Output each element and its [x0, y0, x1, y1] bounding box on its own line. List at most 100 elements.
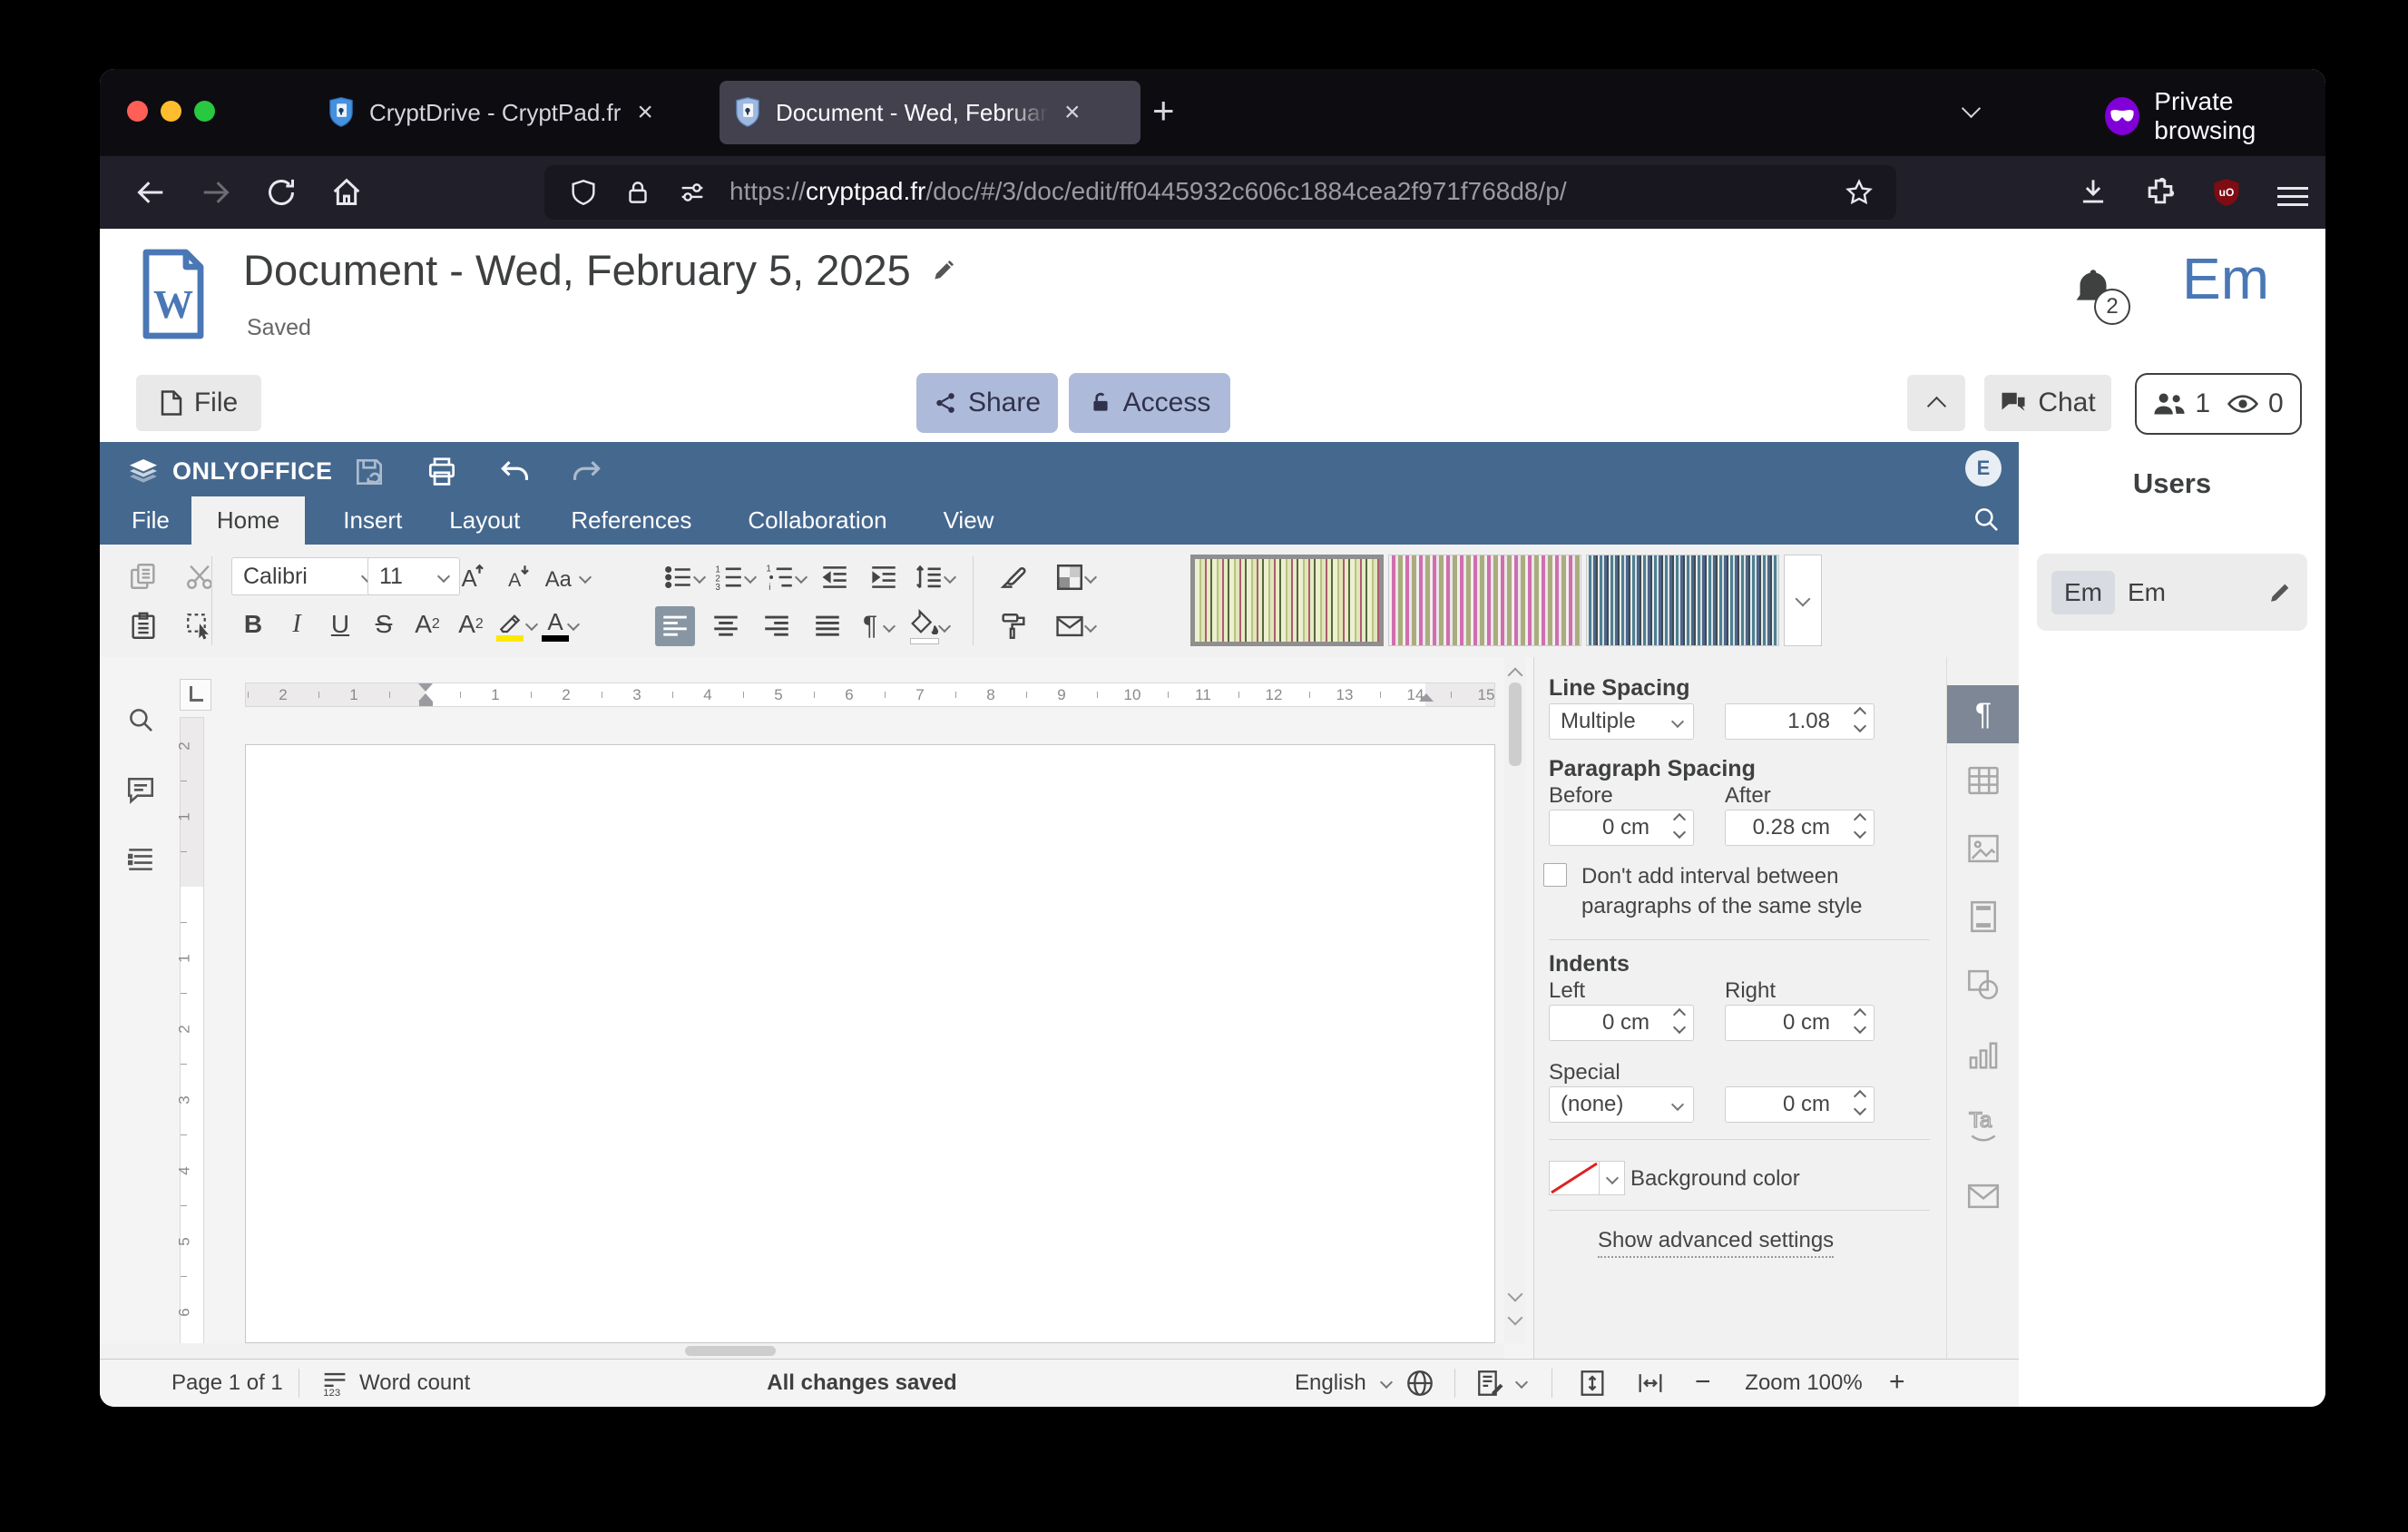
tab-list-chevron-icon[interactable] [1964, 103, 1978, 120]
decrease-indent-icon[interactable] [815, 557, 855, 597]
fit-page-icon[interactable] [1577, 1368, 1608, 1399]
clear-style-icon[interactable] [994, 557, 1033, 597]
spinner[interactable] [1855, 709, 1865, 731]
tab-cryptdrive[interactable]: CryptDrive - CryptPad.fr × [313, 81, 723, 144]
notifications-bell-icon[interactable]: 2 [2067, 263, 2119, 316]
spacing-before-input[interactable]: 0 cm [1549, 810, 1694, 846]
word-count-label[interactable]: Word count [359, 1370, 470, 1396]
menu-home[interactable]: Home [191, 496, 305, 545]
traffic-light-close[interactable] [127, 101, 148, 122]
menu-view[interactable]: View [891, 496, 998, 545]
share-button[interactable]: Share [916, 373, 1058, 433]
cut-icon[interactable] [180, 556, 220, 596]
styles-gallery-expand[interactable] [1784, 555, 1822, 646]
horizontal-scrollbar-thumb[interactable] [685, 1346, 776, 1356]
bookmark-star-icon[interactable] [1844, 177, 1875, 208]
underline-button[interactable]: U [320, 604, 360, 644]
mail-merge-settings-tab[interactable] [1966, 1183, 2001, 1210]
paste-icon[interactable] [123, 606, 163, 646]
traffic-light-zoom[interactable] [194, 101, 215, 122]
menu-hamburger-icon[interactable] [2277, 182, 2308, 211]
background-color-picker[interactable] [1549, 1159, 1625, 1197]
document-title[interactable]: Document - Wed, February 5, 2025 [243, 245, 911, 295]
word-count-icon[interactable]: 123 [319, 1368, 350, 1399]
background-color-dropdown[interactable] [1600, 1161, 1625, 1195]
numbered-list-icon[interactable]: 123 [713, 557, 755, 597]
extensions-icon[interactable] [2143, 174, 2178, 209]
zoom-out-button[interactable]: − [1695, 1367, 1711, 1398]
change-case-icon[interactable]: Aa [543, 557, 590, 597]
spacing-after-input[interactable]: 0.28 cm [1725, 810, 1875, 846]
reload-icon[interactable] [263, 174, 299, 211]
spellcheck-globe-icon[interactable] [1405, 1368, 1435, 1399]
menu-layout[interactable]: Layout [406, 496, 524, 545]
permissions-icon[interactable] [677, 177, 708, 208]
strikethrough-button[interactable]: S [364, 604, 404, 644]
document-page[interactable] [245, 744, 1495, 1343]
line-spacing-icon[interactable] [913, 557, 954, 597]
hanging-indent-marker[interactable] [418, 693, 433, 702]
chart-settings-tab[interactable] [1966, 1039, 2001, 1072]
track-changes-icon[interactable] [1475, 1368, 1506, 1399]
align-right-button[interactable] [757, 606, 797, 646]
collapse-toolbar-button[interactable] [1907, 375, 1965, 431]
tracking-shield-icon[interactable] [568, 177, 599, 208]
edit-name-pencil-icon[interactable] [2267, 580, 2293, 605]
navigation-icon[interactable] [125, 844, 156, 875]
font-name-select[interactable]: Calibri [231, 557, 384, 595]
bullet-list-icon[interactable] [662, 557, 704, 597]
editor-search-icon[interactable] [1971, 504, 2002, 535]
text-art-settings-tab[interactable]: Ta [1966, 1105, 2001, 1142]
url-bar[interactable]: https://cryptpad.fr/doc/#/3/doc/edit/ff0… [544, 165, 1896, 220]
editor-user-avatar[interactable]: E [1965, 450, 2002, 486]
track-changes-chevron-icon[interactable] [1515, 1376, 1528, 1389]
language-label[interactable]: English [1295, 1370, 1366, 1396]
print-icon[interactable] [425, 455, 459, 489]
highlight-color-button[interactable] [494, 604, 536, 644]
page-indicator[interactable]: Page 1 of 1 [171, 1370, 283, 1396]
redo-icon[interactable] [570, 457, 604, 489]
comments-icon[interactable] [125, 775, 156, 806]
vertical-ruler[interactable]: 21123456 [180, 717, 204, 1343]
justify-button[interactable] [808, 606, 847, 646]
tab-document-active[interactable]: Document - Wed, February 5, 20 × [719, 81, 1140, 144]
style-preview-heading1[interactable] [1388, 555, 1581, 646]
spinner[interactable] [1855, 1010, 1865, 1032]
shape-settings-tab[interactable] [1966, 968, 2001, 1001]
paragraph-shading-button[interactable] [909, 606, 949, 646]
table-settings-tab[interactable] [1966, 765, 2001, 796]
align-center-button[interactable] [706, 606, 746, 646]
subscript-button[interactable]: A2 [451, 604, 491, 644]
line-spacing-value-input[interactable]: 1.08 [1725, 703, 1875, 740]
decrease-font-icon[interactable]: A [497, 557, 537, 597]
back-icon[interactable] [132, 174, 169, 211]
fit-width-icon[interactable] [1635, 1368, 1666, 1399]
access-button[interactable]: Access [1069, 373, 1230, 433]
background-color-swatch[interactable] [1549, 1161, 1600, 1195]
undo-icon[interactable] [497, 457, 532, 489]
increase-font-icon[interactable]: A [452, 557, 492, 597]
tab-close-icon[interactable]: × [637, 97, 653, 128]
zoom-level[interactable]: Zoom 100% [1745, 1370, 1863, 1396]
no-interval-checkbox[interactable] [1543, 863, 1567, 887]
find-icon[interactable] [125, 704, 156, 735]
special-value-input[interactable]: 0 cm [1725, 1086, 1875, 1123]
tab-stop-selector[interactable] [180, 679, 211, 711]
menu-insert[interactable]: Insert [305, 496, 406, 545]
spinner[interactable] [1855, 815, 1865, 837]
align-left-button[interactable] [655, 606, 695, 646]
lock-icon[interactable] [622, 177, 653, 208]
vertical-scrollbar[interactable] [1504, 657, 1526, 1343]
style-preview-heading2[interactable] [1586, 555, 1779, 646]
copy-icon[interactable] [123, 556, 163, 596]
forward-icon[interactable] [198, 174, 234, 211]
increase-indent-icon[interactable] [864, 557, 904, 597]
downloads-icon[interactable] [2076, 174, 2110, 209]
traffic-light-minimize[interactable] [161, 101, 181, 122]
italic-button[interactable]: I [277, 604, 317, 644]
nonprinting-chars-button[interactable]: ¶ [858, 606, 898, 646]
first-line-indent-marker[interactable] [418, 683, 433, 692]
file-button[interactable]: File [136, 375, 261, 431]
vertical-scrollbar-thumb[interactable] [1509, 683, 1522, 766]
menu-references[interactable]: References [524, 496, 695, 545]
